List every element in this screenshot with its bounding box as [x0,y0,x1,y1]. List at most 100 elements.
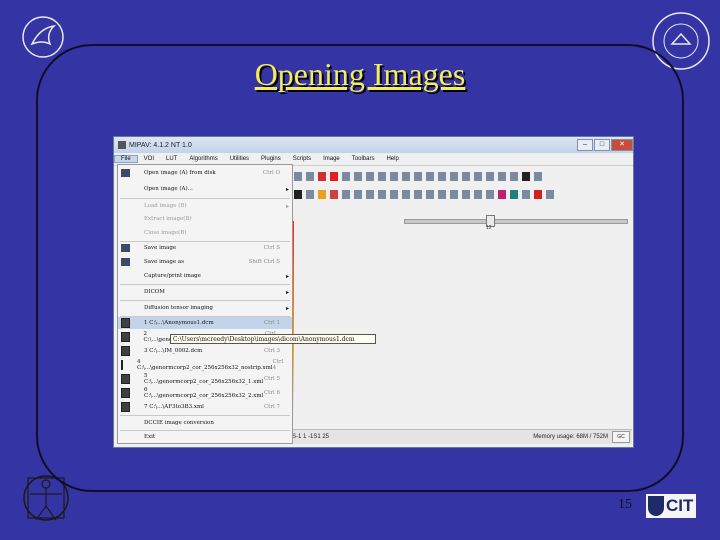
menu-separator [120,284,290,285]
toolbar-icon[interactable] [474,171,482,181]
toolbar-icon[interactable] [462,189,470,199]
menu-item-save-image[interactable]: Save image Ctrl S [118,242,292,254]
menu-item-recent-6[interactable]: 6 C:\...\genormcorp2_cor_256x256x32_2.xm… [118,387,292,399]
window-title: MIPAV: 4.1.2 NT 1.0 [129,141,192,149]
toolbar-icon[interactable] [450,171,458,181]
toolbar-icon[interactable] [426,189,434,199]
toolbar-icon[interactable] [498,171,506,181]
menu-help[interactable]: Help [380,156,404,162]
menu-item-dicom[interactable]: DICOM ▸ [118,286,292,298]
submenu-arrow-icon: ▸ [285,185,289,193]
toolbar-icon[interactable] [450,189,458,199]
file-icon [121,388,130,398]
toolbar-icon[interactable] [306,189,314,199]
menu-toolbars[interactable]: Toolbars [346,156,381,162]
menu-item-recent-1[interactable]: 1 C:\...\Anonymous1.dcm Ctrl 1 [118,317,292,329]
toolbar-icon[interactable] [318,189,326,199]
slide-title: Opening Images [254,56,466,92]
toolbar-icon[interactable] [522,189,530,199]
menu-separator [120,300,290,301]
toolbar-icon[interactable] [414,189,422,199]
menu-item-exit[interactable]: Exit [118,431,292,443]
menu-voi[interactable]: VOI [138,156,160,162]
toolbar-icon[interactable] [366,189,374,199]
toolbar-icon[interactable] [378,189,386,199]
toolbar-icon[interactable] [486,171,494,181]
toolbar-icon[interactable] [402,171,410,181]
menu-item-extract-image[interactable]: Extract image(B) [118,213,292,225]
toolbar-icon[interactable] [318,171,326,181]
save-icon [121,244,130,252]
menu-item-load-image[interactable]: Load image (B) ▸ [118,200,292,212]
window-titlebar: MIPAV: 4.1.2 NT 1.0 – □ ✕ [114,137,633,153]
menu-item-recent-3[interactable]: 3 C:\...\IM_0002.dcm Ctrl 3 [118,345,292,357]
menu-plugins[interactable]: Plugins [255,156,287,162]
toolbar-icon[interactable] [462,171,470,181]
toolbar-icon[interactable] [378,171,386,181]
file-icon [121,374,130,384]
toolbar-icon[interactable] [342,171,350,181]
toolbar-icon[interactable] [354,171,362,181]
status-bar: S-1 1 -1S1 25 Memory usage: 68M / 752M G… [292,429,632,444]
cit-shield-icon [648,496,664,516]
toolbar-icon[interactable] [330,189,338,199]
menu-algorithms[interactable]: Algorithms [183,156,223,162]
menu-item-recent-4[interactable]: 4 C:\...\genormcorp2_cor_256x256x32_nost… [118,359,292,371]
menu-utilities[interactable]: Utilities [224,156,255,162]
menu-item-close-image[interactable]: Close image(B) [118,227,292,239]
submenu-arrow-icon: ▸ [285,288,289,296]
menu-item-dti[interactable]: Diffusion tensor imaging ▸ [118,302,292,314]
toolbar-icon[interactable] [438,171,446,181]
menu-item-open-image-sub[interactable]: Open image (A)... ▸ [118,183,292,195]
slider-value: 12 [486,225,492,231]
submenu-arrow-icon: ▸ [285,202,289,210]
submenu-arrow-icon: ▸ [285,304,289,312]
close-button[interactable]: ✕ [611,139,633,151]
toolbar-icon[interactable] [534,189,542,199]
toolbar-icon[interactable] [510,189,518,199]
file-icon [121,360,123,370]
toolbar-icon[interactable] [510,171,518,181]
toolbar-icon[interactable] [498,189,506,199]
menu-item-capture-print[interactable]: Capture/print image ▸ [118,270,292,282]
file-icon [121,318,130,328]
toolbar-icon[interactable] [486,189,494,199]
page-number: 15 [618,497,632,512]
toolbar-icon[interactable] [522,171,530,181]
toolbar-icon[interactable] [342,189,350,199]
file-icon [121,402,130,412]
menu-separator [120,415,290,416]
toolbar-icon[interactable] [354,189,362,199]
menu-image[interactable]: Image [317,156,346,162]
toolbar-icon[interactable] [306,171,314,181]
menu-item-recent-5[interactable]: 5 C:\...\genormcorp2_cor_256x256x32_1.xm… [118,373,292,385]
toolbar-icon[interactable] [438,189,446,199]
toolbar-icon[interactable] [474,189,482,199]
toolbar-icon[interactable] [366,171,374,181]
slice-slider[interactable]: 12 [404,215,628,231]
toolbar-icon[interactable] [414,171,422,181]
toolbar-icon[interactable] [426,171,434,181]
toolbar-icon[interactable] [294,189,302,199]
file-menu: Open image (A) from disk Ctrl O Open ima… [117,164,293,444]
toolbar-icon[interactable] [534,171,542,181]
toolbar-icon[interactable] [330,171,338,181]
menu-item-save-image-as[interactable]: Save image as Shift Ctrl S [118,256,292,268]
maximize-button[interactable]: □ [594,139,610,151]
toolbar-row-2 [294,187,558,201]
open-folder-icon [121,169,130,177]
menu-file[interactable]: File [114,155,138,163]
status-text: S-1 1 -1S1 25 [292,434,330,440]
toolbar-icon[interactable] [402,189,410,199]
menu-lut[interactable]: LUT [160,156,183,162]
menu-scripts[interactable]: Scripts [287,156,317,162]
garbage-collect-button[interactable]: GC [612,431,630,443]
toolbar-icon[interactable] [390,171,398,181]
minimize-button[interactable]: – [577,139,593,151]
toolbar-icon[interactable] [390,189,398,199]
menu-item-image-conversion[interactable]: DCCIE image conversion [118,417,292,429]
menu-item-recent-7[interactable]: 7 C:\...\AF3to3B3.xml Ctrl 7 [118,401,292,413]
toolbar-icon[interactable] [294,171,302,181]
menu-item-open-image[interactable]: Open image (A) from disk Ctrl O [118,167,292,179]
toolbar-icon[interactable] [546,189,554,199]
